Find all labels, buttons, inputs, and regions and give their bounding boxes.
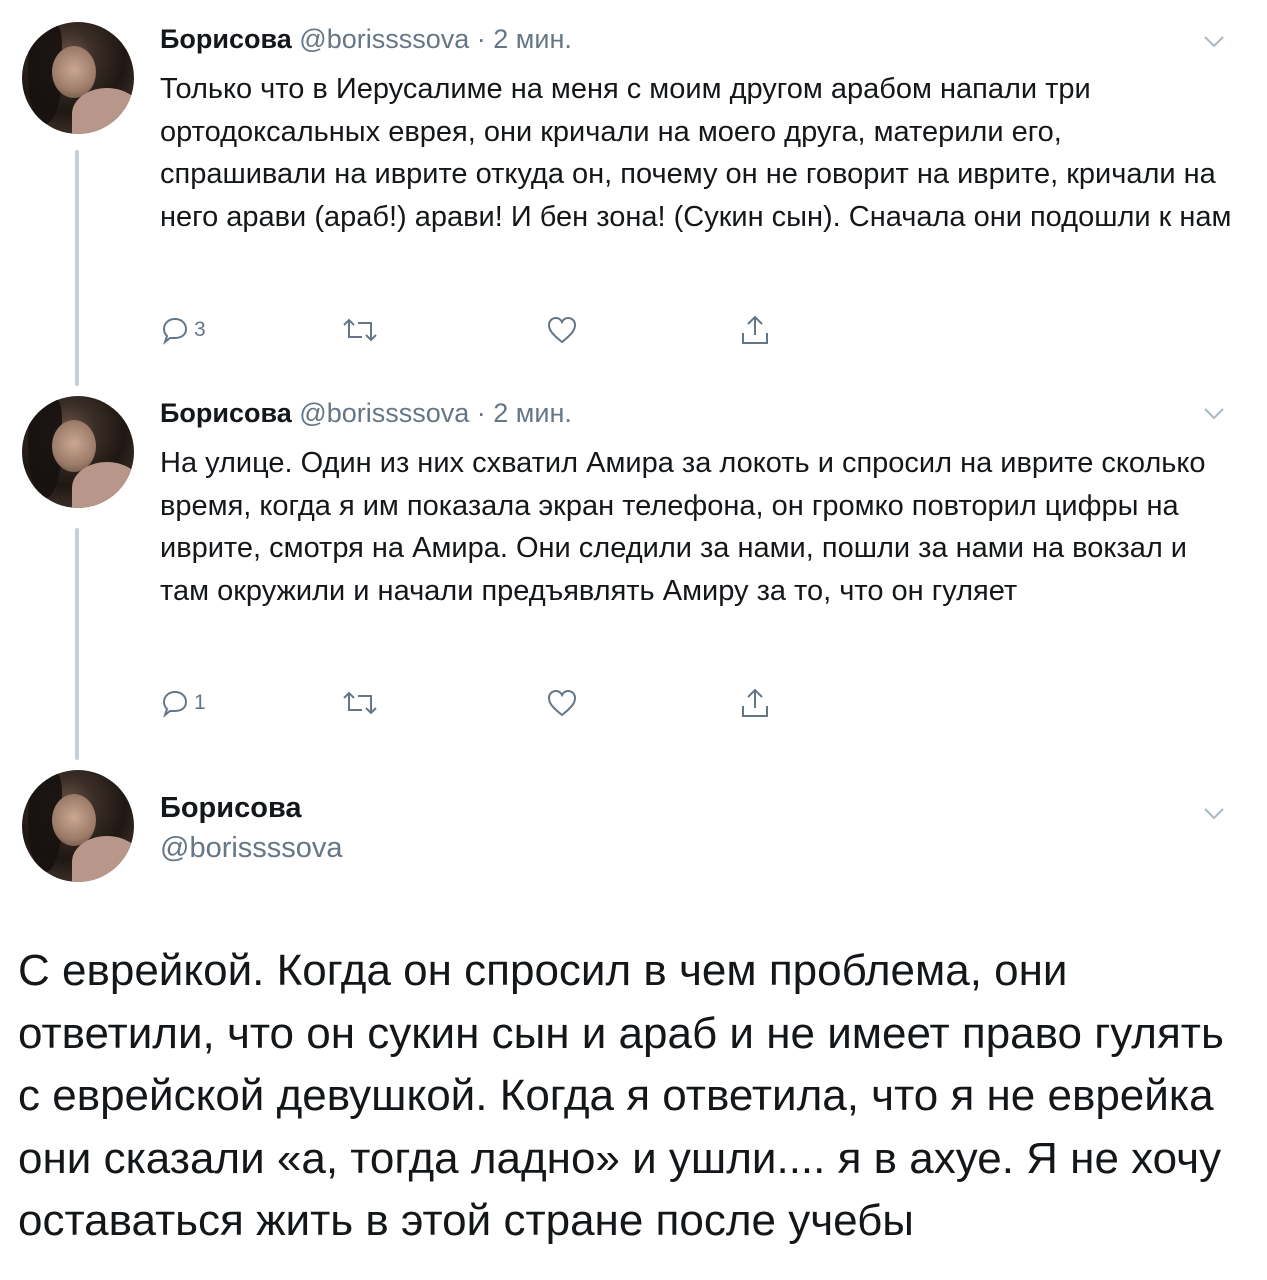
tweet-text: С еврейкой. Когда он спросил в чем пробл… [18, 946, 1224, 1245]
retweet-icon [343, 318, 377, 342]
separator: · [476, 24, 486, 54]
tweet-text: На улице. Один из них схватил Амира за л… [160, 447, 1206, 607]
chevron-down-icon[interactable] [1203, 807, 1225, 821]
reply-button[interactable]: 1 [160, 683, 206, 723]
share-icon [742, 688, 768, 717]
share-button[interactable] [738, 310, 772, 350]
tweet-text: Только что в Иерусалиме на меня с моим д… [160, 73, 1232, 233]
heart-icon [547, 689, 577, 717]
like-button[interactable] [546, 683, 578, 723]
retweet-icon [343, 691, 377, 715]
share-icon [742, 315, 768, 344]
thread-line [75, 150, 79, 386]
tweet-actions: 1 [160, 683, 800, 723]
author-handle[interactable]: @borissssova [160, 830, 343, 866]
author-name[interactable]: Борисова [160, 24, 292, 54]
retweet-button[interactable] [340, 683, 380, 723]
share-button[interactable] [738, 683, 772, 723]
retweet-button[interactable] [340, 310, 380, 350]
tweet-header: Борисова @borissssova · 2 мин. [160, 396, 572, 430]
heart-icon [547, 316, 577, 344]
author-handle[interactable]: @borissssova [299, 24, 469, 54]
timestamp[interactable]: 2 мин. [493, 398, 572, 428]
author-name[interactable]: Борисова [160, 790, 302, 826]
timestamp[interactable]: 2 мин. [493, 24, 572, 54]
tweet-header: Борисова @borissssova · 2 мин. [160, 22, 572, 56]
thread-line [75, 528, 79, 760]
reply-icon [162, 690, 188, 718]
like-button[interactable] [546, 310, 578, 350]
reply-button[interactable]: 3 [160, 310, 206, 350]
avatar[interactable] [22, 22, 134, 134]
avatar[interactable] [22, 396, 134, 508]
reply-count: 1 [194, 691, 206, 714]
chevron-down-icon[interactable] [1203, 407, 1225, 421]
author-name[interactable]: Борисова [160, 398, 292, 428]
tweet-actions: 3 [160, 310, 800, 350]
avatar[interactable] [22, 770, 134, 882]
chevron-down-icon[interactable] [1203, 35, 1225, 49]
author-handle[interactable]: @borissssova [299, 398, 469, 428]
reply-count: 3 [194, 318, 206, 341]
reply-icon [162, 317, 188, 345]
separator: · [476, 398, 486, 428]
